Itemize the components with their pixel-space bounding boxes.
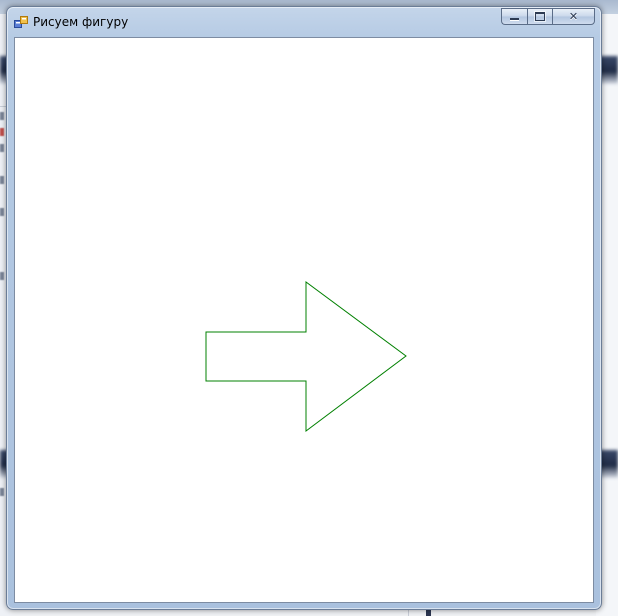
window-titlebar[interactable]: Рисуем фигуру ✕ bbox=[7, 7, 601, 37]
canvas-surface bbox=[205, 281, 407, 432]
minimize-button[interactable] bbox=[501, 8, 527, 25]
drawing-canvas[interactable] bbox=[14, 37, 594, 603]
background-text-fragment bbox=[0, 488, 4, 496]
background-text-fragment bbox=[0, 112, 4, 120]
background-text-fragment bbox=[0, 144, 4, 152]
window-title: Рисуем фигуру bbox=[33, 15, 129, 29]
background-text-fragment bbox=[0, 208, 4, 216]
application-form-icon bbox=[14, 16, 28, 28]
minimize-icon bbox=[510, 17, 519, 21]
maximize-button[interactable] bbox=[527, 8, 552, 25]
maximize-icon bbox=[535, 12, 545, 21]
caption-buttons: ✕ bbox=[501, 8, 595, 26]
background-text-fragment bbox=[0, 272, 4, 280]
background-text-fragment bbox=[0, 176, 4, 184]
background-text-fragment bbox=[0, 128, 4, 136]
close-button[interactable]: ✕ bbox=[552, 8, 595, 25]
arrow-shape bbox=[205, 281, 407, 432]
close-icon: ✕ bbox=[568, 10, 579, 23]
drawing-window: Рисуем фигуру ✕ bbox=[6, 6, 602, 610]
